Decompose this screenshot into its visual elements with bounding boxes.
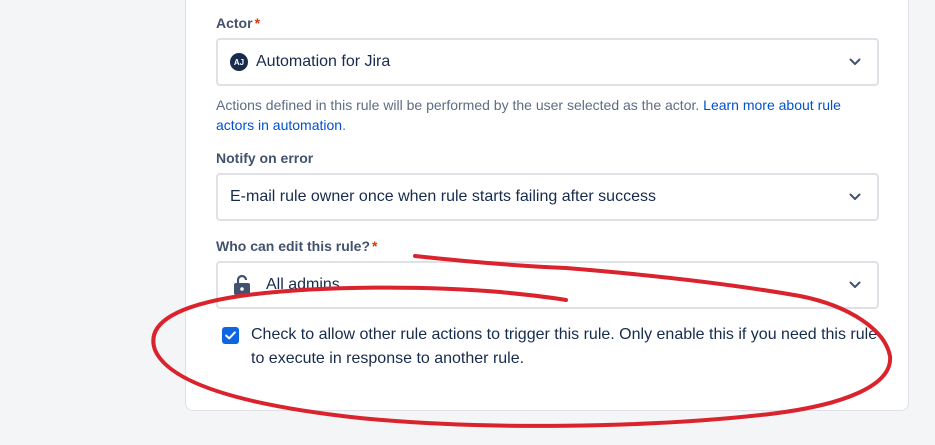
actor-avatar: AJ <box>230 53 248 71</box>
notify-select[interactable]: E-mail rule owner once when rule starts … <box>216 173 879 221</box>
chevron-down-icon <box>849 58 861 65</box>
actor-label: Actor * <box>216 15 261 31</box>
actor-select[interactable]: AJ Automation for Jira <box>216 38 879 86</box>
chevron-down-icon <box>849 193 861 200</box>
actor-select-value: Automation for Jira <box>256 53 391 70</box>
required-mark: * <box>254 15 261 31</box>
notify-select-value: E-mail rule owner once when rule starts … <box>230 188 656 205</box>
unlock-icon <box>234 274 250 295</box>
chevron-down-icon <box>849 281 861 288</box>
editors-select-value: All admins <box>266 276 340 293</box>
actor-help-text: Actions defined in this rule will be per… <box>216 97 841 133</box>
allow-trigger-checkbox[interactable] <box>222 327 239 344</box>
required-mark: * <box>372 238 378 254</box>
allow-trigger-label[interactable]: Check to allow other rule actions to tri… <box>251 323 881 371</box>
editors-label: Who can edit this rule? * <box>216 238 378 254</box>
checkmark-icon <box>225 331 236 340</box>
editors-select[interactable]: All admins <box>216 261 879 309</box>
notify-label: Notify on error <box>216 150 314 166</box>
